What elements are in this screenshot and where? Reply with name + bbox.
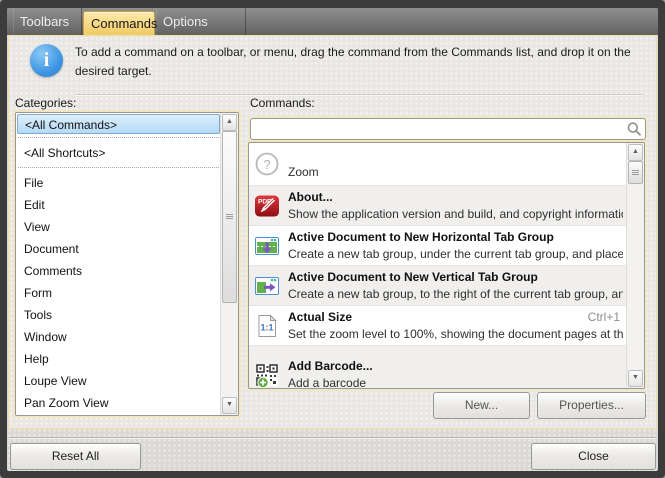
categories-label: Categories: xyxy=(15,96,76,110)
category-item-view[interactable]: View xyxy=(16,216,221,238)
scrollbar-thumb[interactable] xyxy=(628,161,643,184)
command-item-zoom-partial[interactable]: ? Zoom xyxy=(249,143,627,185)
new-horizontal-tab-group-icon xyxy=(254,233,280,259)
command-item-actual-size[interactable]: 1:1 Actual Size Ctrl+1 Set the zoom leve… xyxy=(249,305,627,345)
tab-options[interactable]: Options xyxy=(156,8,246,35)
scroll-down-button[interactable]: ▼ xyxy=(222,397,237,414)
command-description: Create a new tab group, to the right of … xyxy=(288,286,623,303)
scroll-up-button[interactable]: ▲ xyxy=(628,144,643,161)
reset-all-button[interactable]: Reset All xyxy=(10,443,141,470)
add-barcode-icon xyxy=(254,362,280,388)
scrollbar-thumb[interactable] xyxy=(222,131,237,303)
category-item-document[interactable]: Document xyxy=(16,238,221,260)
thumb-grip xyxy=(632,170,639,175)
command-title: Active Document to New Horizontal Tab Gr… xyxy=(288,229,623,246)
command-item-vertical-tab-group[interactable]: Active Document to New Vertical Tab Grou… xyxy=(249,265,627,305)
pdf-logo-icon: PDF xyxy=(254,193,280,219)
category-item-pan-zoom-view[interactable]: Pan Zoom View xyxy=(16,392,221,414)
categories-listbox: <All Commands> <All Shortcuts> File Edit… xyxy=(15,112,239,416)
search-icon[interactable] xyxy=(626,121,642,137)
info-message: To add a command on a toolbar, or menu, … xyxy=(75,43,647,81)
close-button[interactable]: Close xyxy=(531,443,656,470)
command-title: Actual Size xyxy=(288,309,580,326)
scroll-down-button[interactable]: ▼ xyxy=(628,370,643,387)
category-item-help[interactable]: Help xyxy=(16,348,221,370)
list-separator xyxy=(16,134,221,142)
tab-bar: Toolbars Commands Options xyxy=(7,8,658,35)
commands-label: Commands: xyxy=(250,96,315,110)
dialog-footer: Reset All Close xyxy=(7,429,658,471)
divider xyxy=(75,94,642,95)
new-button[interactable]: New... xyxy=(433,392,530,419)
category-item-window[interactable]: Window xyxy=(16,326,221,348)
category-item-loupe-view[interactable]: Loupe View xyxy=(16,370,221,392)
category-item-tools[interactable]: Tools xyxy=(16,304,221,326)
help-circle-icon: ? xyxy=(254,151,280,177)
command-description: Set the zoom level to 100%, showing the … xyxy=(288,326,623,343)
command-item-add-barcode[interactable]: Add Barcode... Add a barcode xyxy=(249,345,627,388)
tab-commands[interactable]: Commands xyxy=(83,11,155,35)
categories-scrollbar: ▲ ▼ xyxy=(220,113,238,415)
dialog-body: Toolbars Commands Options i To add a com… xyxy=(7,8,658,471)
properties-button[interactable]: Properties... xyxy=(537,392,646,419)
scroll-up-button[interactable]: ▲ xyxy=(222,114,237,131)
category-item-file[interactable]: File xyxy=(16,172,221,194)
svg-text:1:1: 1:1 xyxy=(260,322,273,332)
info-icon: i xyxy=(30,44,63,77)
category-item-all-shortcuts[interactable]: <All Shortcuts> xyxy=(16,142,221,164)
list-separator xyxy=(16,164,221,172)
tab-toolbars[interactable]: Toolbars xyxy=(13,8,82,35)
actual-size-icon: 1:1 xyxy=(254,313,280,339)
new-vertical-tab-group-icon xyxy=(254,273,280,299)
command-shortcut: Ctrl+1 xyxy=(580,309,623,326)
command-description: Create a new tab group, under the curren… xyxy=(288,246,623,263)
category-item-all-commands[interactable]: <All Commands> xyxy=(17,114,220,134)
command-description: Zoom xyxy=(288,164,623,181)
category-item-edit[interactable]: Edit xyxy=(16,194,221,216)
command-description: Show the application version and build, … xyxy=(288,206,623,223)
command-item-about[interactable]: PDF About... Show the application versio… xyxy=(249,185,627,225)
command-item-horizontal-tab-group[interactable]: Active Document to New Horizontal Tab Gr… xyxy=(249,225,627,265)
command-search-box xyxy=(250,118,646,140)
search-input[interactable] xyxy=(255,120,621,138)
category-item-form[interactable]: Form xyxy=(16,282,221,304)
commands-scrollbar: ▲ ▼ xyxy=(626,143,644,388)
customize-toolbars-dialog: Toolbars Commands Options i To add a com… xyxy=(0,0,665,478)
command-title: Active Document to New Vertical Tab Grou… xyxy=(288,269,623,286)
divider xyxy=(9,437,656,438)
svg-text:?: ? xyxy=(263,157,270,172)
commands-tab-panel: i To add a command on a toolbar, or menu… xyxy=(8,35,657,429)
command-title: About... xyxy=(288,189,623,206)
category-item-comments[interactable]: Comments xyxy=(16,260,221,282)
command-title: Add Barcode... xyxy=(288,358,623,375)
command-description: Add a barcode xyxy=(288,375,623,389)
thumb-grip xyxy=(226,214,233,219)
commands-listbox: ? Zoom PD xyxy=(248,142,645,389)
